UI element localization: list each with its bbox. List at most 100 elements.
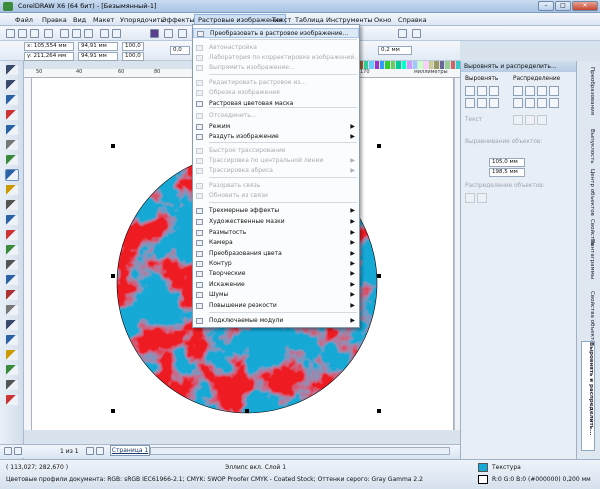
distribute-option-icon[interactable] — [465, 193, 475, 203]
text-align-icon[interactable] — [525, 115, 535, 125]
distribute-spacing-icon[interactable] — [537, 86, 547, 96]
align-y-field[interactable]: 198,5 мм — [489, 168, 525, 177]
pick-tool-icon[interactable] — [6, 65, 18, 75]
menu-item-7[interactable]: Отсоединить... — [193, 111, 359, 121]
distribute-bottom-icon[interactable] — [549, 98, 559, 108]
cut-icon[interactable] — [60, 29, 69, 38]
outline-tool-icon[interactable] — [6, 305, 18, 315]
copy-icon[interactable] — [72, 29, 81, 38]
menu-8[interactable]: Таблица — [295, 16, 324, 24]
menu-item-5[interactable]: Обрезка изображения — [193, 88, 359, 98]
next-page-icon[interactable] — [86, 447, 94, 455]
transparency-tool-icon[interactable] — [6, 275, 18, 285]
menu-item-21[interactable]: Творческие ▶ — [193, 269, 359, 279]
selection-handle[interactable] — [245, 409, 249, 413]
menu-item-18[interactable]: Камера ▶ — [193, 238, 359, 248]
y-position-field[interactable]: y: 211,264 мм — [24, 52, 74, 61]
align-bottom-icon[interactable] — [489, 98, 499, 108]
distribute-option-icon[interactable] — [477, 193, 487, 203]
last-page-icon[interactable] — [96, 447, 104, 455]
align-right-icon[interactable] — [489, 86, 499, 96]
menu-11[interactable]: Справка — [398, 16, 427, 24]
text-align-icon[interactable] — [513, 115, 523, 125]
menu-item-25[interactable]: Подключаемые модули ▶ — [193, 316, 359, 326]
fill-tool-icon[interactable] — [6, 320, 18, 330]
x-position-field[interactable]: x: 105,554 мм — [24, 42, 74, 51]
snap-icon[interactable] — [398, 29, 407, 38]
print-icon[interactable] — [44, 29, 53, 38]
menu-item-13[interactable]: Разорвать связь — [193, 181, 359, 191]
align-center-h-icon[interactable] — [477, 86, 487, 96]
menu-10[interactable]: Окно — [374, 16, 391, 24]
menu-item-2[interactable]: Лаборатория по корректировке изображений… — [193, 53, 360, 63]
redo-icon[interactable] — [112, 29, 121, 38]
text-tool-icon[interactable] — [6, 200, 18, 210]
docker-tab-4[interactable]: Пентаграммы — [581, 239, 595, 287]
table-tool-icon[interactable] — [6, 215, 18, 225]
menu-item-24[interactable]: Повышение резкости ▶ — [193, 301, 359, 311]
docker-tab-3[interactable]: Свойства — [581, 219, 595, 246]
smart-fill-icon[interactable] — [6, 140, 18, 150]
zoom-tool-icon[interactable] — [6, 110, 18, 120]
menu-item-17[interactable]: Размытость ▶ — [193, 228, 359, 238]
distribute-center-icon[interactable] — [525, 86, 535, 96]
menu-item-1[interactable]: Автонастройка — [193, 43, 359, 53]
menu-item-23[interactable]: Шумы ▶ — [193, 290, 359, 300]
dimension-tool-icon[interactable] — [6, 230, 18, 240]
undo-icon[interactable] — [100, 29, 109, 38]
distribute-middle-icon[interactable] — [525, 98, 535, 108]
freehand-tool-icon[interactable] — [6, 125, 18, 135]
distribute-right-icon[interactable] — [549, 86, 559, 96]
crop-tool-icon[interactable] — [6, 95, 18, 105]
shape-tool-icon[interactable] — [6, 80, 18, 90]
new-document-icon[interactable] — [6, 29, 15, 38]
settings-icon[interactable] — [412, 29, 421, 38]
menu-item-9[interactable]: Раздуть изображение ▶ — [193, 132, 359, 142]
maximize-button[interactable]: □ — [555, 1, 571, 11]
selection-handle[interactable] — [377, 409, 381, 413]
selection-handle[interactable] — [377, 144, 381, 148]
outline-width-field[interactable]: 0,2 мм — [378, 46, 412, 55]
eyedropper-tool-icon[interactable] — [6, 290, 18, 300]
color-profiles[interactable]: Цветовые профили документа: RGB: sRGB IE… — [6, 476, 423, 483]
selection-handle[interactable] — [111, 274, 115, 278]
artistic-media-icon[interactable] — [6, 365, 18, 375]
align-x-field[interactable]: 105,0 мм — [489, 158, 525, 167]
ellipse-tool-icon[interactable] — [5, 169, 19, 181]
angle-field[interactable]: 0,0 — [170, 46, 190, 55]
menu-item-20[interactable]: Контур ▶ — [193, 259, 359, 269]
horizontal-scrollbar[interactable] — [150, 447, 450, 455]
selection-handle[interactable] — [111, 409, 115, 413]
smart-drawing-icon[interactable] — [6, 380, 18, 390]
menu-item-6[interactable]: Растровая цветовая маска — [193, 99, 359, 109]
export-icon[interactable] — [164, 29, 173, 38]
menu-item-15[interactable]: Трехмерные эффекты ▶ — [193, 206, 359, 216]
align-top-icon[interactable] — [465, 98, 475, 108]
minimize-button[interactable]: – — [538, 1, 554, 11]
prev-page-icon[interactable] — [14, 447, 22, 455]
menu-item-11[interactable]: Трассировка по центральной линии ▶ — [193, 156, 359, 166]
menu-5[interactable]: Эффекты — [162, 16, 195, 24]
align-center-v-icon[interactable] — [477, 98, 487, 108]
docker-tab-0[interactable]: Преобразования — [581, 67, 595, 125]
menu-item-3[interactable]: Выпрямить изображение... — [193, 63, 359, 73]
vertical-ruler[interactable] — [24, 78, 32, 430]
rectangle-tool-icon[interactable] — [6, 155, 18, 165]
menu-9[interactable]: Инструменты — [326, 16, 373, 24]
text-align-icon[interactable] — [537, 115, 547, 125]
menu-3[interactable]: Макет — [93, 16, 114, 24]
page-tab[interactable]: Страница 1 — [110, 445, 150, 456]
scale-width-field[interactable]: 100,0 — [122, 42, 144, 51]
menu-item-8[interactable]: Режим ▶ — [193, 122, 359, 132]
close-button[interactable]: ✕ — [572, 1, 598, 11]
menu-item-4[interactable]: Редактировать растровое из... — [193, 78, 359, 88]
distribute-left-icon[interactable] — [513, 86, 523, 96]
width-field[interactable]: 94,91 мм — [78, 42, 118, 51]
menu-item-0[interactable]: Преобразовать в растровое изображение... — [193, 28, 359, 38]
save-icon[interactable] — [30, 29, 39, 38]
selection-handle[interactable] — [111, 144, 115, 148]
selection-handle[interactable] — [377, 274, 381, 278]
menu-item-12[interactable]: Трассировка абриса ▶ — [193, 166, 359, 176]
docker-tab-2[interactable]: Центр объектов — [581, 169, 595, 216]
distribute-top-icon[interactable] — [513, 98, 523, 108]
